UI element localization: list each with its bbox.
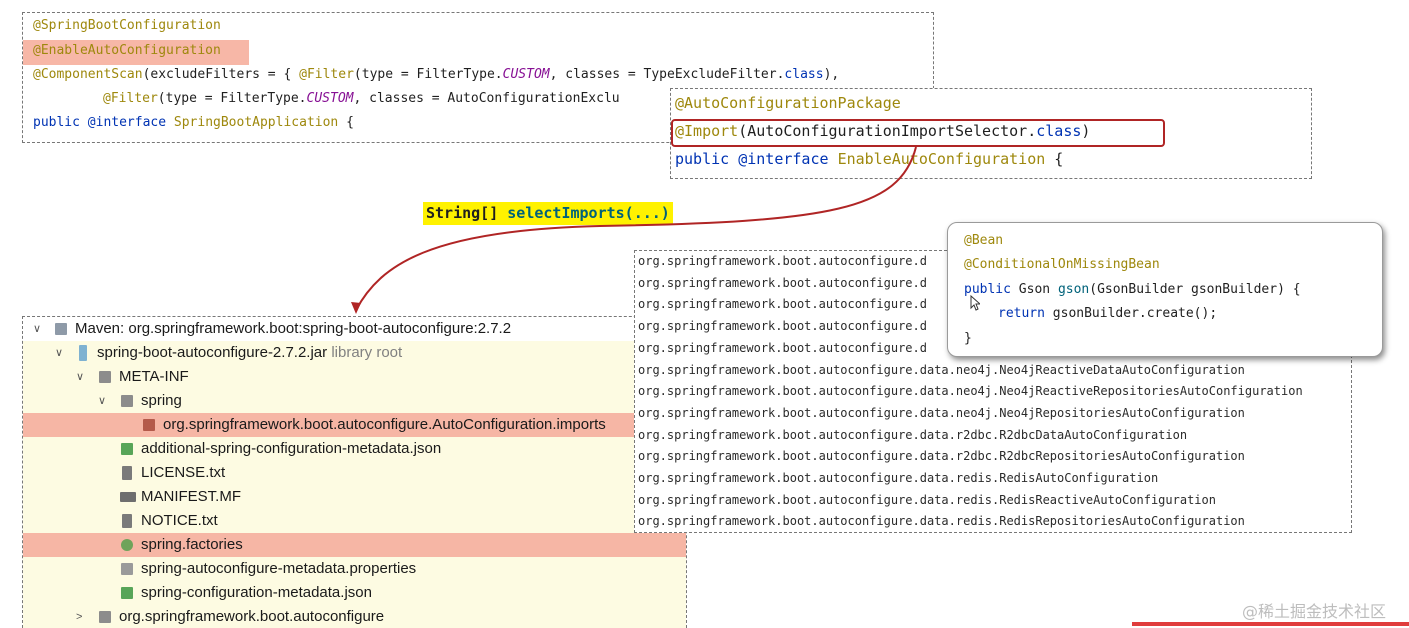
arrow-path: [355, 146, 917, 311]
watermark: @稀土掘金技术社区: [1242, 602, 1387, 621]
bottom-accent-line: [1132, 622, 1409, 626]
arrowhead: [351, 302, 361, 314]
import-to-tree-arrow: [351, 146, 917, 314]
